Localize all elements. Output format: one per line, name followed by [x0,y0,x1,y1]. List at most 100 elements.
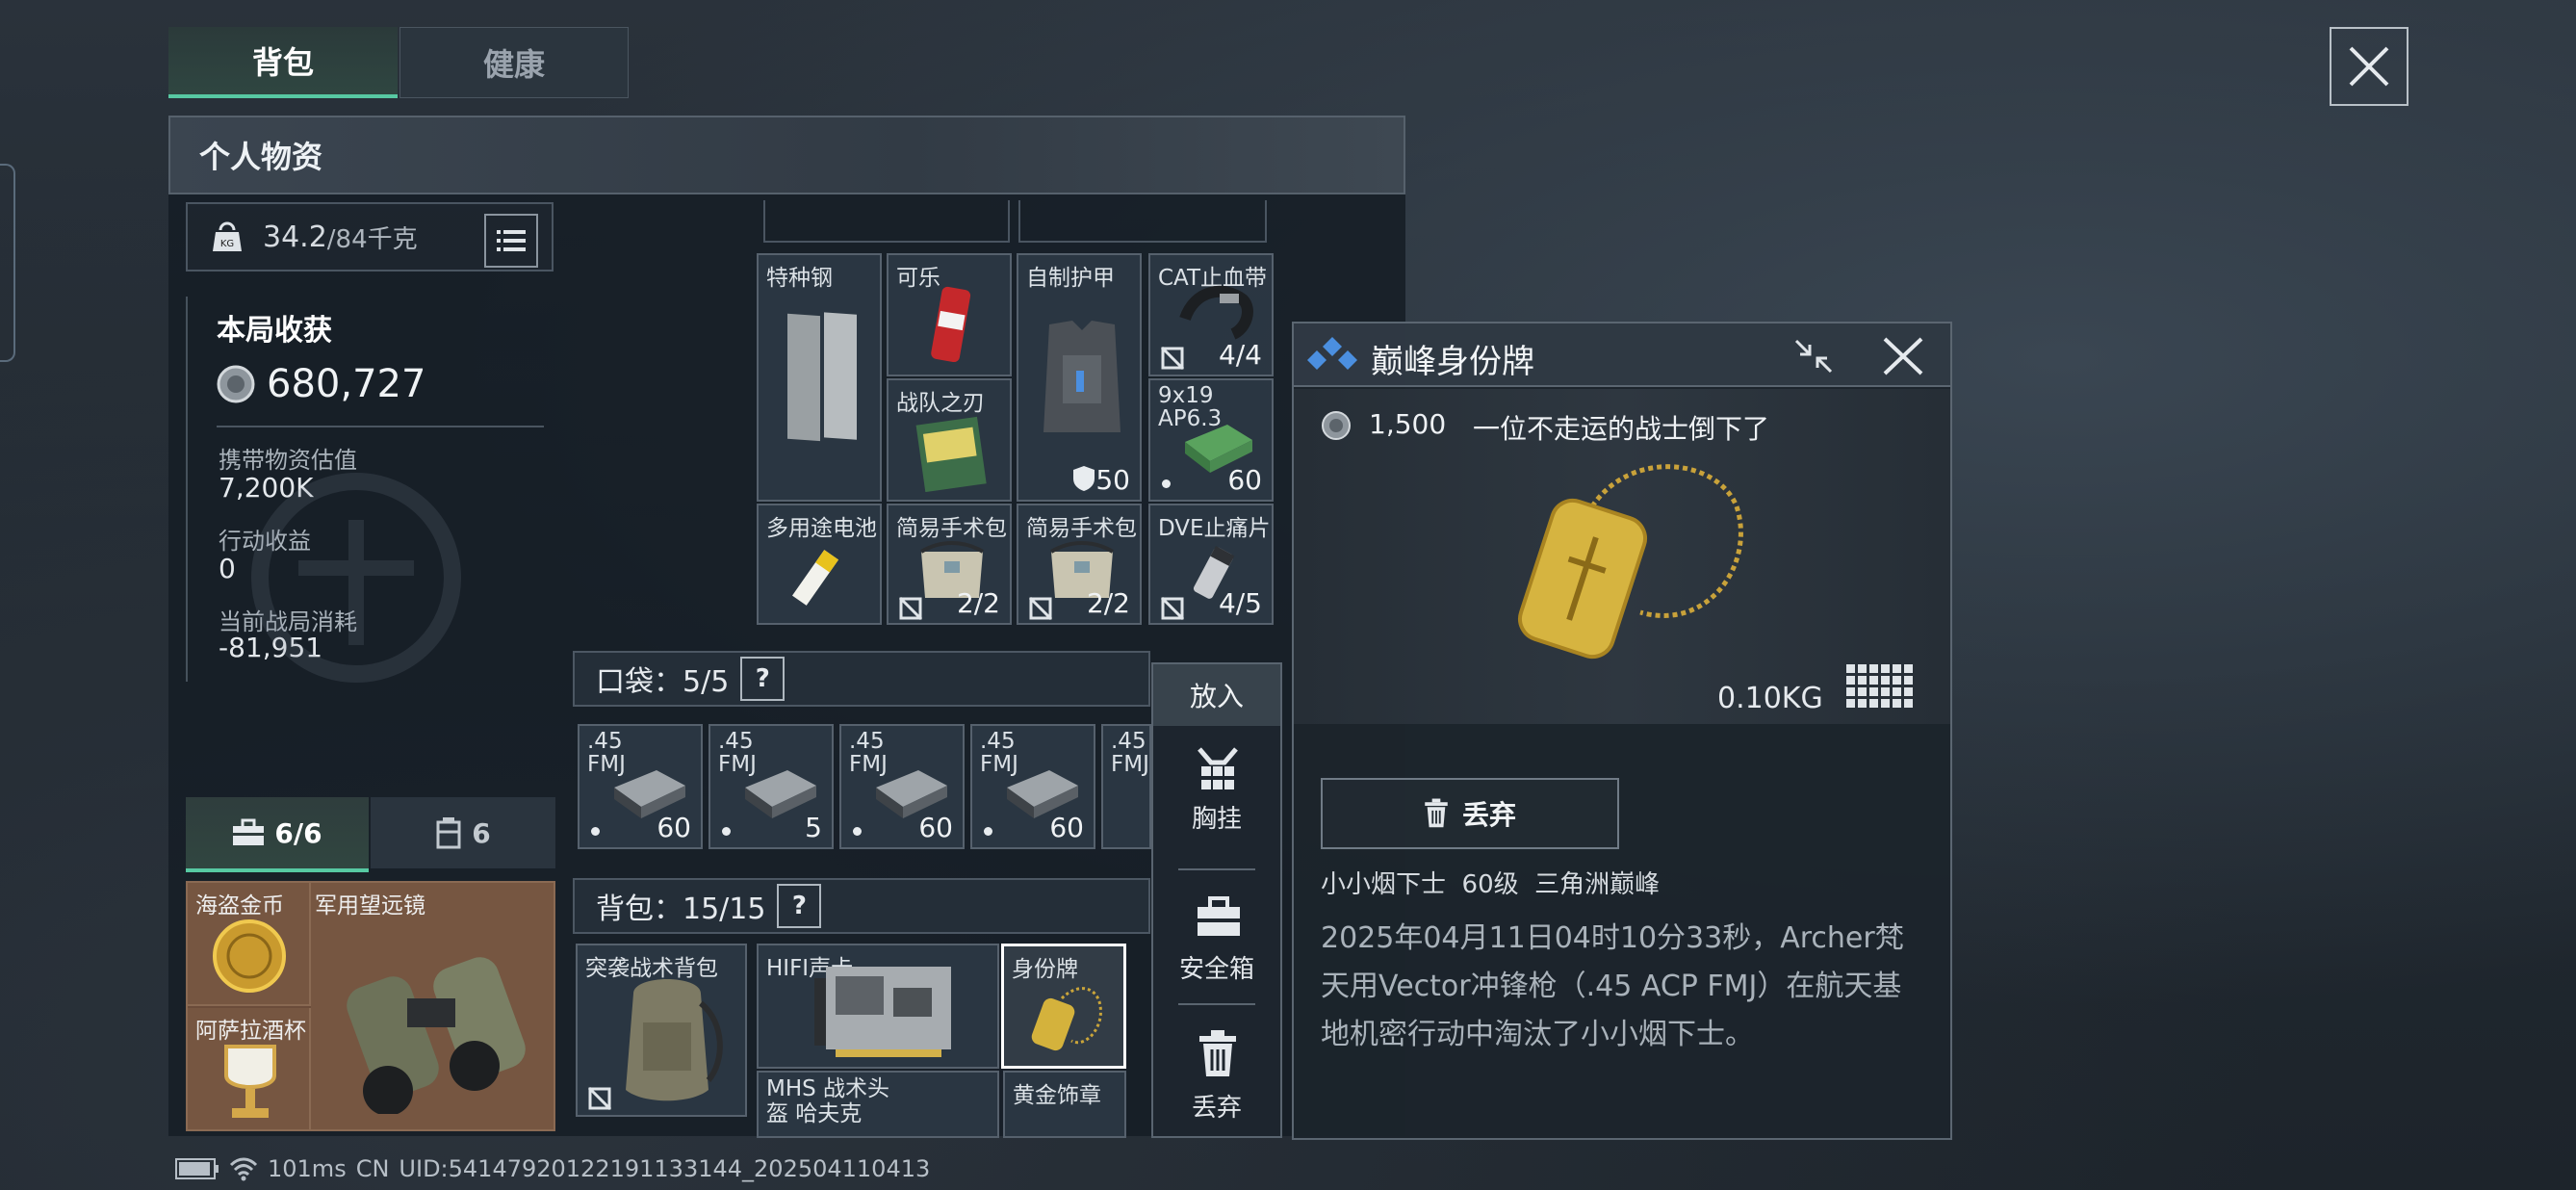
wifi-icon [229,1157,258,1181]
item-count: 2/2 [1086,587,1130,619]
item-surgical-kit-2[interactable]: 简易手术包 2/2 [1017,504,1142,625]
item-team-blade[interactable]: 战队之刃 [887,378,1012,502]
item-name: 简易手术包 [896,516,1007,541]
steel-plate-icon [787,312,857,442]
container-icon [436,817,461,849]
no-discard-icon [587,1086,612,1111]
toolbox-icon [233,818,265,845]
put-in-chest-rig-button[interactable]: 胸挂 [1153,745,1280,851]
detail-subtitle: 一位不走运的战士倒下了 [1473,413,1770,445]
safebox-item-binoculars[interactable]: 军用望远镜 [311,883,554,1129]
bag-item-assault-backpack[interactable]: 突袭战术背包 [576,944,747,1117]
item-name: 海盗金币 [195,893,284,918]
bag-item-mhs-helmet[interactable]: MHS 战术头盔 哈夫克 [757,1071,999,1138]
pocket-slot-5[interactable]: .45 FMJ [1101,724,1151,849]
no-discard-icon [898,596,923,621]
put-in-safebox-button[interactable]: 安全箱 [1153,895,1280,1001]
magazine-icon [915,416,987,492]
pocket-slot-2[interactable]: .45 FMJ 5 [708,724,834,849]
detail-header: 巅峰身份牌 [1294,323,1950,387]
item-cola[interactable]: 可乐 [887,253,1012,376]
item-name: 身份牌 [1012,957,1078,982]
collapse-icon[interactable] [1792,337,1835,375]
trash-icon [1199,1030,1236,1076]
list-icon [497,230,526,251]
weight-indicator: KG 34.2/84千克 [186,202,554,272]
session-value: 680,727 [267,362,426,406]
no-discard-icon [1160,346,1185,371]
bag-item-hifi-soundcard[interactable]: HIFI声卡 [757,944,999,1069]
ammo-dot-icon [853,827,862,836]
tab-backpack[interactable]: 背包 [168,27,398,98]
pocket-help-icon[interactable]: ? [740,657,786,701]
safebox-item-asara-cup[interactable]: 阿萨拉酒杯 [188,1008,311,1129]
pocket-slot-3[interactable]: .45 FMJ 60 [839,724,965,849]
ammo-dot-icon [984,827,992,836]
bag-help-icon[interactable]: ? [777,884,822,928]
item-name: .45 FMJ [1111,729,1149,777]
svg-text:KG: KG [220,239,234,249]
grid-row-top-2 [1018,200,1267,243]
pocket-slot-1[interactable]: .45 FMJ 60 [578,724,703,849]
put-in-header: 放入 [1153,664,1280,726]
bag-item-gold-emblem[interactable]: 黄金饰章 [1003,1071,1126,1138]
item-count: 60 [1049,812,1084,843]
trash-icon [1425,798,1448,828]
coin-icon [1322,411,1351,440]
battery-icon [791,550,839,606]
bag-label: 背包：15/15 [596,892,766,926]
toolbox-icon [1198,896,1240,936]
item-name: MHS 战术头盔 哈夫克 [766,1076,890,1126]
discard-menu-button[interactable]: 丢弃 [1153,1030,1280,1136]
weight-current: 34.2 [263,220,327,254]
detail-close-icon[interactable] [1881,335,1925,377]
uid-text: UID:54147920122191133144_202504110413 [399,1155,931,1182]
coin-icon [217,365,255,403]
pocket-slot-4[interactable]: .45 FMJ 60 [970,724,1095,849]
item-action-menu: 放入 胸挂 安全箱 丢弃 [1151,662,1282,1138]
safebox-item-pirate-coin[interactable]: 海盗金币 [188,883,311,1006]
detail-price: 1,500 [1369,408,1447,440]
pocket-header: 口袋：5/5 ? [573,651,1150,707]
tab-health[interactable]: 健康 [399,27,629,98]
ammo-dot-icon [722,827,731,836]
item-homemade-armor[interactable]: 自制护甲 50 [1017,253,1142,502]
status-footer: 101ms CN UID:54147920122191133144_202504… [175,1155,930,1182]
safebox-label: 安全箱 [1178,955,1254,984]
edge-handle[interactable] [0,164,15,362]
chest-rig-label: 胸挂 [1191,805,1242,834]
discard-button[interactable]: 丢弃 [1321,778,1619,849]
list-view-button[interactable] [484,214,538,268]
close-icon [2349,46,2389,87]
no-discard-icon [1028,596,1053,621]
item-count: 60 [1227,464,1262,496]
tab-storage[interactable]: 6 [371,797,555,868]
grid-size-icon [1846,664,1913,708]
item-special-steel[interactable]: 特种钢 [757,253,882,502]
item-name: 阿萨拉酒杯 [195,1019,306,1044]
item-cat-tourniquet[interactable]: CAT止血带 4/4 [1148,253,1274,376]
item-name: 多用途电池 [766,516,877,541]
detail-weight: 0.10KG [1717,682,1823,715]
pocket-label: 口袋：5/5 [596,665,730,699]
item-9x19-ammo[interactable]: 9x19 AP6.3 60 [1148,378,1274,502]
action-value: 0 [219,553,236,584]
tab-safebox[interactable]: 6/6 [186,797,369,872]
put-in-label: 放入 [1189,681,1244,712]
item-surgical-kit-1[interactable]: 简易手术包 2/2 [887,504,1012,625]
item-count: 60 [918,812,953,843]
binoculars-icon [347,957,526,1114]
battery-status-icon [175,1158,219,1179]
item-name: 简易手术包 [1026,516,1137,541]
bag-item-dogtag[interactable]: 身份牌 [1001,944,1126,1069]
item-count: 4/4 [1218,339,1262,371]
item-battery[interactable]: 多用途电池 [757,504,882,625]
item-count: 4/5 [1218,587,1262,619]
container-tabs: 6/6 6 [186,797,555,872]
item-dve-painkiller[interactable]: DVE止痛片 4/5 [1148,504,1274,625]
tourniquet-icon [1179,285,1253,340]
close-button[interactable] [2330,27,2409,106]
item-name: 军用望远镜 [315,893,425,918]
panel-title: 个人物资 [199,139,323,175]
cola-can-icon [931,286,971,363]
